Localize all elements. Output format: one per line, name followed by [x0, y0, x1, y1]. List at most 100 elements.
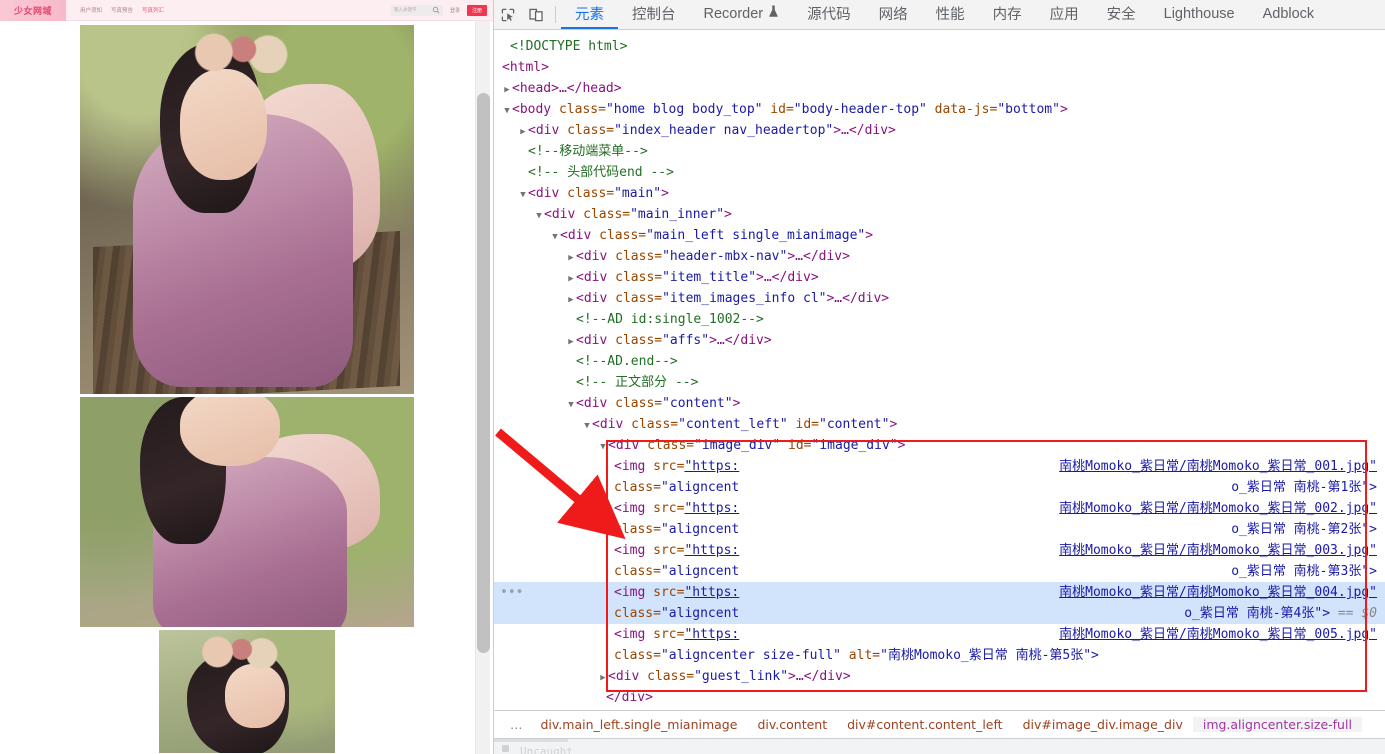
site-nav-item[interactable]: 用户须知 [80, 6, 102, 14]
dom-node-guest-link[interactable]: ▶ <div class="guest_link">…</div> [494, 666, 1385, 687]
img-src-filename[interactable]: 南桃Momoko_紫日常/南桃Momoko_紫日常_003.jpg" [1059, 540, 1385, 561]
dom-node-close-div[interactable]: </div> [494, 687, 1385, 708]
attr-class: class= [583, 207, 631, 222]
breadcrumb-item-active[interactable]: img.aligncenter.size-full [1192, 717, 1362, 732]
dom-node-img-attrs-selected[interactable]: class="aligncent o_紫日常 南桃-第4张"> == $0 [494, 603, 1385, 624]
page-scrollbar[interactable] [475, 21, 490, 754]
collapse-triangle-icon[interactable]: ▼ [566, 395, 576, 416]
tab-label: 控制台 [632, 7, 676, 23]
inspect-element-icon[interactable] [494, 0, 522, 29]
attr-class-value: "aligncent [660, 606, 740, 621]
collapse-triangle-icon[interactable]: ▼ [518, 185, 528, 206]
dom-node-head[interactable]: ▶ <head>…</head> [494, 78, 1385, 99]
dom-node-img-attrs[interactable]: class="aligncent o_紫日常 南桃-第3张"> [494, 561, 1385, 582]
dom-tree[interactable]: <!DOCTYPE html> <html> ▶ <head>…</head> ▼… [494, 30, 1385, 710]
tab-recorder[interactable]: Recorder [690, 0, 794, 29]
collapse-triangle-icon[interactable]: ▼ [502, 101, 512, 122]
img-src-link[interactable]: "https: [684, 543, 739, 558]
tab-lighthouse[interactable]: Lighthouse [1150, 0, 1249, 29]
dom-node-content[interactable]: ▼ <div class="content"> [494, 393, 1385, 414]
dom-comment-ad-single[interactable]: <!--AD id:single_1002--> [494, 309, 1385, 330]
div-tag-close: >…</div> [756, 270, 819, 285]
site-search-box[interactable]: 输入关键字 [390, 4, 443, 16]
expand-triangle-icon[interactable]: ▶ [502, 80, 512, 101]
body-tag: <body [512, 102, 559, 117]
node-overflow-ellipsis[interactable]: ••• [500, 582, 523, 603]
tab-performance[interactable]: 性能 [922, 0, 979, 29]
expand-triangle-icon[interactable]: ▶ [566, 332, 576, 353]
img-src-filename[interactable]: 南桃Momoko_紫日常/南桃Momoko_紫日常_002.jpg" [1059, 498, 1385, 519]
gallery-image-3[interactable] [158, 630, 335, 753]
expand-triangle-icon[interactable]: ▶ [566, 269, 576, 290]
drawer-tab-indicator [494, 739, 568, 742]
expand-triangle-icon[interactable]: ▶ [518, 122, 528, 143]
attr-class: class= [615, 270, 663, 285]
login-link[interactable]: 登录 [450, 7, 460, 14]
div-tag-close: > [865, 228, 874, 243]
search-input[interactable]: 输入关键字 [394, 7, 417, 13]
collapse-triangle-icon[interactable]: ▼ [550, 227, 560, 248]
dom-node-img-attrs[interactable]: class="aligncenter size-full" alt="南桃Mom… [494, 645, 1385, 666]
tab-network[interactable]: 网络 [865, 0, 922, 29]
dom-comment-mobile-menu[interactable]: <!--移动端菜单--> [494, 141, 1385, 162]
expand-triangle-icon[interactable]: ▶ [566, 290, 576, 311]
tab-memory[interactable]: 内存 [979, 0, 1036, 29]
breadcrumb-item[interactable]: div.main_left.single_mianimage [531, 717, 748, 732]
page-scrollbar-thumb[interactable] [477, 93, 490, 653]
dom-comment-ad-end[interactable]: <!--AD.end--> [494, 351, 1385, 372]
register-button[interactable]: 注册 [466, 4, 487, 16]
breadcrumb-item[interactable]: div#content.content_left [837, 717, 1012, 732]
dom-node-body[interactable]: ▼ <body class="home blog body_top" id="bo… [494, 99, 1385, 120]
dom-node-item-title[interactable]: ▶ <div class="item_title">…</div> [494, 267, 1385, 288]
dom-node-header-mbx-nav[interactable]: ▶ <div class="header-mbx-nav">…</div> [494, 246, 1385, 267]
gallery-image-2[interactable] [79, 397, 414, 627]
tab-label: Recorder [703, 5, 764, 22]
tab-elements[interactable]: 元素 [561, 0, 618, 29]
dom-node-main-inner[interactable]: ▼ <div class="main_inner"> [494, 204, 1385, 225]
device-toolbar-icon[interactable] [522, 0, 550, 29]
tab-application[interactable]: 应用 [1036, 0, 1093, 29]
img-src-filename[interactable]: 南桃Momoko_紫日常/南桃Momoko_紫日常_005.jpg" [1059, 624, 1385, 645]
collapse-triangle-icon[interactable]: ▼ [534, 206, 544, 227]
attr-class-value: "home blog body_top" [605, 102, 763, 117]
dom-node-main-left[interactable]: ▼ <div class="main_left single_mianimage"… [494, 225, 1385, 246]
web-page-viewport: 少女网域 用户须知 写真预告 写真列汇 输入关键字 登录 注册 [0, 0, 493, 754]
tab-sources[interactable]: 源代码 [793, 0, 865, 29]
expand-triangle-icon[interactable]: ▶ [566, 248, 576, 269]
dom-node-index-header[interactable]: ▶ <div class="index_header nav_headertop"… [494, 120, 1385, 141]
dom-node-img[interactable]: <img src="https: 南桃Momoko_紫日常/南桃Momoko_紫… [494, 624, 1385, 645]
attr-class: class= [614, 564, 661, 579]
tab-console[interactable]: 控制台 [618, 0, 690, 29]
gallery-image-1[interactable] [79, 25, 414, 394]
dom-node-doctype[interactable]: <!DOCTYPE html> [494, 36, 1385, 57]
img-src-filename[interactable]: 南桃Momoko_紫日常/南桃Momoko_紫日常_004.jpg" [1059, 582, 1385, 603]
expand-triangle-icon[interactable]: ▶ [598, 668, 608, 689]
img-src-link[interactable]: "https: [684, 459, 739, 474]
flask-icon [768, 5, 779, 22]
tab-adblock[interactable]: Adblock [1249, 0, 1329, 29]
dom-comment-header-end[interactable]: <!-- 头部代码end --> [494, 162, 1385, 183]
attr-class-value: "aligncent [660, 522, 740, 537]
img-src-link[interactable]: "https: [684, 585, 739, 600]
dom-node-item-images-info[interactable]: ▶ <div class="item_images_info cl">…</div… [494, 288, 1385, 309]
div-tag: <div [576, 270, 616, 285]
breadcrumb-item[interactable]: div.content [747, 717, 837, 732]
dom-node-main[interactable]: ▼ <div class="main"> [494, 183, 1385, 204]
tab-security[interactable]: 安全 [1093, 0, 1150, 29]
div-tag: <div [528, 123, 568, 138]
console-drawer[interactable]: Uncaught [494, 738, 1385, 754]
attr-data-js: data-js= [926, 102, 998, 117]
img-src-link[interactable]: "https: [684, 627, 739, 642]
img-src-filename[interactable]: 南桃Momoko_紫日常/南桃Momoko_紫日常_001.jpg" [1059, 456, 1385, 477]
dom-node-img-selected[interactable]: ••• <img src="https: 南桃Momoko_紫日常/南桃Momo… [494, 582, 1385, 603]
attr-id: id= [787, 417, 820, 432]
site-logo[interactable]: 少女网域 [0, 0, 66, 21]
img-src-link[interactable]: "https: [684, 501, 739, 516]
dom-node-html[interactable]: <html> [494, 57, 1385, 78]
site-nav-item[interactable]: 写真列汇 [142, 6, 164, 14]
dom-node-affs[interactable]: ▶ <div class="affs">…</div> [494, 330, 1385, 351]
breadcrumb-item[interactable]: div#image_div.image_div [1013, 717, 1193, 732]
breadcrumb-overflow[interactable]: … [502, 717, 531, 732]
site-nav-item[interactable]: 写真预告 [111, 6, 133, 14]
dom-comment-body-section[interactable]: <!-- 正文部分 --> [494, 372, 1385, 393]
